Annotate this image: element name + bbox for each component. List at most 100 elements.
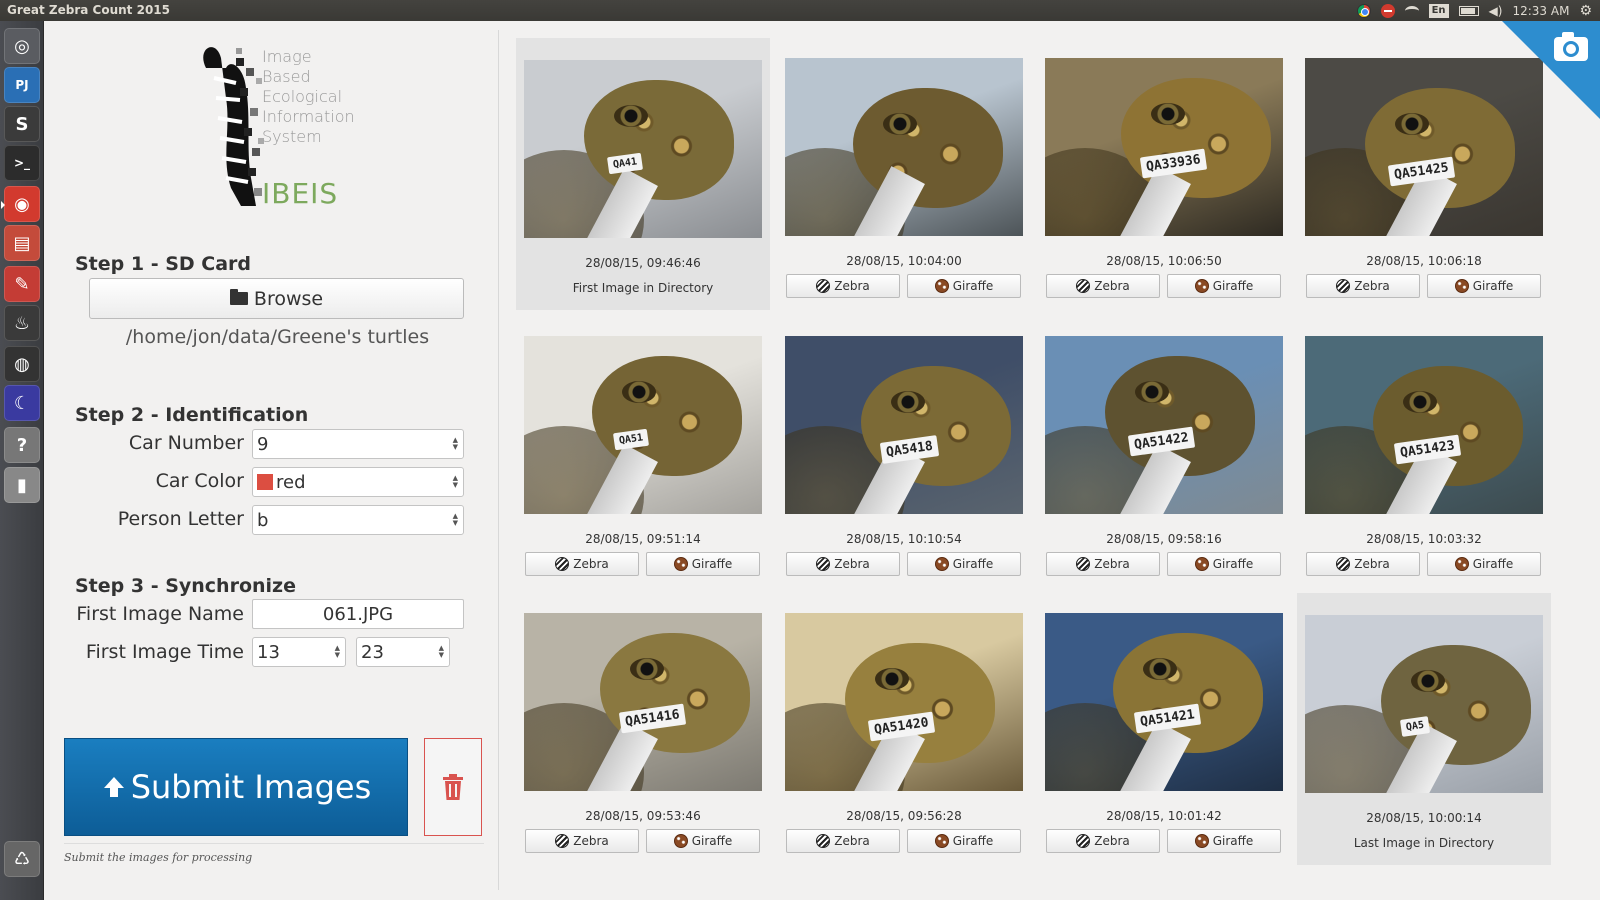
select-arrows-icon[interactable]: ▲ ▼	[453, 475, 458, 489]
camera-corner-badge[interactable]	[1502, 21, 1600, 119]
giraffe-button[interactable]: Giraffe	[646, 829, 760, 853]
turtle-photo[interactable]: QA51	[524, 336, 762, 514]
submit-images-button[interactable]: Submit Images	[64, 738, 408, 836]
image-timestamp: 28/08/15, 09:53:46	[585, 809, 701, 823]
giraffe-label: Giraffe	[691, 834, 733, 848]
turtle-photo[interactable]	[785, 58, 1023, 236]
first-image-time-label: First Image Time	[85, 641, 244, 663]
turtle-photo[interactable]: QA51423	[1305, 336, 1543, 514]
giraffe-button[interactable]: Giraffe	[1167, 552, 1281, 576]
giraffe-icon	[1194, 834, 1209, 848]
person-letter-select[interactable]: b ▲ ▼	[252, 505, 464, 535]
turtle-photo[interactable]: QA51416	[524, 613, 762, 791]
giraffe-label: Giraffe	[952, 279, 994, 293]
car-number-label: Car Number	[128, 432, 244, 454]
launcher-steam-icon[interactable]: ♨	[4, 305, 40, 341]
battery-icon[interactable]	[1458, 5, 1479, 16]
launcher-ble-icon[interactable]: ◍	[4, 346, 40, 382]
turtle-photo[interactable]: QA41	[524, 60, 762, 238]
image-timestamp: 28/08/15, 09:58:16	[1106, 532, 1222, 546]
giraffe-button[interactable]: Giraffe	[1427, 274, 1541, 298]
zebra-label: Zebra	[834, 557, 870, 571]
giraffe-icon	[1194, 557, 1209, 571]
launcher-stellarium-icon[interactable]: ☾	[4, 385, 40, 421]
zebra-button[interactable]: Zebra	[786, 274, 900, 298]
zebra-label: Zebra	[573, 834, 609, 848]
turtle-photo[interactable]: QA33936	[1045, 58, 1283, 236]
spinner-arrows-icon[interactable]: ▲ ▼	[335, 645, 340, 659]
image-card: QA33936 28/08/15, 10:06:50 Zebra Giraffe	[1037, 38, 1291, 310]
launcher-settings-icon[interactable]: ✎	[4, 266, 40, 302]
giraffe-button[interactable]: Giraffe	[1427, 552, 1541, 576]
folder-icon	[229, 289, 248, 305]
giraffe-button[interactable]: Giraffe	[907, 274, 1021, 298]
giraffe-label: Giraffe	[1472, 279, 1514, 293]
disconnect-icon[interactable]	[1380, 3, 1395, 18]
giraffe-button[interactable]: Giraffe	[1167, 274, 1281, 298]
person-letter-value: b	[257, 509, 269, 531]
giraffe-label: Giraffe	[1212, 834, 1254, 848]
car-number-spinner[interactable]: 9 ▲ ▼	[252, 429, 464, 459]
select-arrows-icon[interactable]: ▲ ▼	[453, 513, 458, 527]
giraffe-button[interactable]: Giraffe	[646, 552, 760, 576]
launcher-dash-icon[interactable]: ◎	[4, 28, 40, 64]
giraffe-label: Giraffe	[1212, 279, 1254, 293]
car-color-select[interactable]: red ▲ ▼	[252, 467, 464, 497]
clock[interactable]: 12:33 AM	[1512, 4, 1569, 18]
submit-label: Submit Images	[130, 768, 372, 806]
zebra-button[interactable]: Zebra	[786, 829, 900, 853]
zebra-button[interactable]: Zebra	[786, 552, 900, 576]
turtle-photo[interactable]: QA51422	[1045, 336, 1283, 514]
footer-divider	[64, 843, 484, 844]
image-card: QA51421 28/08/15, 10:01:42 Zebra Giraffe	[1037, 593, 1291, 865]
launcher-help-icon[interactable]: ?	[4, 427, 40, 463]
zebra-button[interactable]: Zebra	[1046, 274, 1160, 298]
zebra-button[interactable]: Zebra	[1046, 552, 1160, 576]
image-card: QA51420 28/08/15, 09:56:28 Zebra Giraffe	[777, 593, 1031, 865]
launcher-files-icon[interactable]: ▤	[4, 225, 40, 261]
turtle-photo[interactable]: QA5418	[785, 336, 1023, 514]
system-gear-icon[interactable]: ⚙	[1579, 3, 1592, 19]
image-timestamp: 28/08/15, 10:01:42	[1106, 809, 1222, 823]
launcher-chrome-icon[interactable]: ◉	[1, 186, 40, 222]
zebra-button[interactable]: Zebra	[525, 552, 639, 576]
image-timestamp: 28/08/15, 09:51:14	[585, 532, 701, 546]
giraffe-button[interactable]: Giraffe	[907, 829, 1021, 853]
turtle-photo[interactable]: QA51420	[785, 613, 1023, 791]
image-caption: Last Image in Directory	[1353, 836, 1495, 850]
giraffe-button[interactable]: Giraffe	[907, 552, 1021, 576]
zebra-button[interactable]: Zebra	[525, 829, 639, 853]
launcher-trash-icon[interactable]: ♺	[4, 841, 40, 877]
first-image-name-input[interactable]: 061.JPG	[252, 599, 464, 629]
volume-icon[interactable]: ◀)	[1489, 4, 1503, 18]
zebra-button[interactable]: Zebra	[1306, 552, 1420, 576]
spinner-arrows-icon[interactable]: ▲ ▼	[439, 645, 444, 659]
zebra-button[interactable]: Zebra	[1046, 829, 1160, 853]
zebra-label: Zebra	[1354, 279, 1390, 293]
launcher-sublime-icon[interactable]: S	[4, 106, 40, 142]
zebra-icon	[816, 279, 831, 293]
zebra-button[interactable]: Zebra	[1306, 274, 1420, 298]
image-timestamp: 28/08/15, 10:00:14	[1366, 811, 1482, 825]
giraffe-icon	[1454, 557, 1469, 571]
launcher-pycharm-icon[interactable]: PJ	[4, 67, 40, 103]
wifi-icon[interactable]	[1404, 5, 1419, 16]
hour-spinner[interactable]: 13 ▲ ▼	[252, 637, 346, 667]
image-timestamp: 28/08/15, 10:06:50	[1106, 254, 1222, 268]
zebra-icon	[1336, 557, 1351, 571]
browse-button[interactable]: Browse	[89, 278, 464, 319]
turtle-photo[interactable]: QA5	[1305, 615, 1543, 793]
clear-button[interactable]	[424, 738, 482, 836]
launcher-terminal-icon[interactable]: >_	[4, 145, 40, 181]
minute-spinner[interactable]: 23 ▲ ▼	[356, 637, 450, 667]
giraffe-icon	[934, 557, 949, 571]
car-color-value: red	[276, 471, 306, 493]
turtle-photo[interactable]: QA51421	[1045, 613, 1283, 791]
spinner-arrows-icon[interactable]: ▲ ▼	[453, 437, 458, 451]
launcher-usb-icon[interactable]: ▮	[4, 467, 40, 503]
zebra-label: Zebra	[1094, 834, 1130, 848]
giraffe-button[interactable]: Giraffe	[1167, 829, 1281, 853]
chrome-indicator-icon[interactable]	[1356, 3, 1371, 18]
giraffe-label: Giraffe	[952, 557, 994, 571]
keyboard-layout[interactable]: En	[1428, 3, 1449, 18]
